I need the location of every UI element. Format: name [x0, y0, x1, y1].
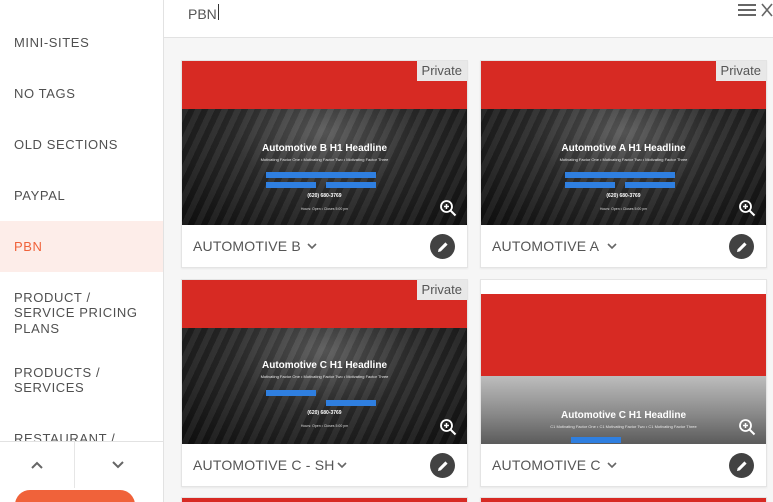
chevron-down-icon[interactable] [337, 461, 347, 469]
thumbnail-hours: Hours: Open • Closes 5:00 pm [300, 424, 349, 428]
search-bar [164, 0, 773, 38]
sidebar-item-label-line: PRODUCTS / [14, 364, 101, 380]
sidebar-item-product-service-pricing-plans[interactable]: PRODUCT / SERVICE PRICING PLANS [0, 272, 163, 354]
thumbnail-button [565, 172, 675, 178]
thumbnail-button [266, 182, 316, 188]
thumbnail-phone: (620) 680-3769 [307, 410, 342, 416]
card-title: AUTOMOTIVE C [492, 457, 601, 473]
thumbnail-headline: Automotive C H1 Headline [261, 360, 388, 371]
pencil-icon [736, 241, 747, 252]
template-card[interactable]: Automotive C H1 Headline C1 Motivating F… [480, 279, 767, 487]
card-title: AUTOMOTIVE B [193, 238, 301, 254]
thumbnail-subline: Motivating Factor One • Motivating Facto… [260, 374, 389, 379]
card-title: AUTOMOTIVE C - SH [193, 457, 335, 473]
card-footer: AUTOMOTIVE C [481, 444, 766, 486]
thumbnail-phone: (620) 680-3769 [307, 193, 342, 199]
zoom-in-icon[interactable] [439, 418, 457, 436]
edit-button[interactable] [430, 453, 455, 478]
thumbnail-button [266, 390, 316, 396]
thumbnail-headline: Automotive B H1 Headline [261, 143, 388, 154]
chevron-down-icon[interactable] [307, 242, 317, 250]
chevron-down-icon[interactable] [607, 242, 617, 250]
chevron-down-icon [111, 461, 124, 469]
hamburger-menu-icon[interactable] [738, 3, 756, 17]
chevron-up-icon [31, 461, 43, 469]
thumbnail-hours: Hours: Open • Closes 5:00 pm [300, 207, 349, 211]
sidebar-item-restaurant[interactable]: RESTAURANT / [0, 406, 163, 446]
card-footer: AUTOMOTIVE B [182, 225, 467, 267]
pencil-icon [736, 460, 747, 471]
template-thumbnail[interactable]: Automotive B H1 Headline Motivating Fact… [182, 61, 467, 225]
template-thumbnail[interactable]: Automotive C H1 Headline Motivating Fact… [182, 280, 467, 444]
zoom-in-icon[interactable] [738, 418, 756, 436]
scroll-down-button[interactable] [80, 442, 155, 488]
thumbnail-banner [182, 498, 467, 502]
close-icon[interactable] [761, 3, 773, 17]
template-thumbnail[interactable]: Automotive A H1 Headline Motivating Fact… [481, 61, 766, 225]
template-card[interactable] [181, 497, 468, 502]
sidebar-item-label-line: SERVICE PRICING [14, 305, 138, 321]
thumbnail-headline: Automotive A H1 Headline [561, 143, 686, 154]
thumbnail-banner [481, 294, 766, 376]
thumbnail-subline: Motivating Factor One • Motivating Facto… [260, 157, 389, 162]
card-footer: AUTOMOTIVE C - SH [182, 444, 467, 486]
zoom-in-icon[interactable] [439, 199, 457, 217]
sidebar-footer [0, 441, 163, 502]
sidebar-item-label: MINI-SITES [14, 34, 90, 50]
thumbnail-phone: (620) 680-3769 [606, 193, 641, 199]
thumbnail-button [571, 437, 621, 443]
thumbnail-button [326, 400, 376, 406]
category-sidebar: MINI-SITES NO TAGS OLD SECTIONS PAYPAL P… [0, 0, 164, 502]
thumbnail-topbar [481, 280, 766, 294]
edit-button[interactable] [729, 234, 754, 259]
primary-action-button[interactable] [15, 490, 135, 502]
edit-button[interactable] [430, 234, 455, 259]
chevron-down-icon[interactable] [607, 461, 617, 469]
thumbnail-banner [481, 498, 766, 502]
private-badge: Private [715, 61, 766, 81]
sidebar-item-mini-sites[interactable]: MINI-SITES [0, 17, 163, 68]
scroll-up-button[interactable] [0, 442, 75, 488]
zoom-in-icon[interactable] [738, 199, 756, 217]
pencil-icon [437, 460, 448, 471]
sidebar-item-products-services[interactable]: PRODUCTS / SERVICES [0, 354, 163, 406]
thumbnail-headline: Automotive C H1 Headline [560, 410, 687, 421]
edit-button[interactable] [729, 453, 754, 478]
sidebar-item-old-sections[interactable]: OLD SECTIONS [0, 119, 163, 170]
sidebar-item-label-line: PRODUCT / [14, 289, 91, 305]
thumbnail-button [266, 172, 376, 178]
category-list: MINI-SITES NO TAGS OLD SECTIONS PAYPAL P… [0, 17, 163, 446]
sidebar-item-label: PAYPAL [14, 187, 66, 203]
thumbnail-subline: C1 Motivating Factor One • C1 Motivating… [550, 424, 697, 429]
thumbnail-hours: Hours: Open • Closes 5:00 pm [599, 207, 648, 211]
thumbnail-button [625, 182, 675, 188]
sidebar-item-label-line: PLANS [14, 320, 60, 336]
thumbnail-subline: Motivating Factor One • Motivating Facto… [559, 157, 688, 162]
template-card[interactable] [480, 497, 767, 502]
thumbnail-button [326, 182, 376, 188]
template-thumbnail[interactable]: Automotive C H1 Headline C1 Motivating F… [481, 280, 766, 444]
template-card[interactable]: Automotive C H1 Headline Motivating Fact… [181, 279, 468, 487]
template-card[interactable]: Automotive A H1 Headline Motivating Fact… [480, 60, 767, 268]
sidebar-item-label: PBN [14, 238, 43, 254]
search-input[interactable] [188, 3, 708, 25]
sidebar-item-label: OLD SECTIONS [14, 136, 118, 152]
private-badge: Private [416, 280, 467, 300]
sidebar-item-label-line: SERVICES [14, 380, 85, 395]
template-card[interactable]: Automotive B H1 Headline Motivating Fact… [181, 60, 468, 268]
main-content: Automotive B H1 Headline Motivating Fact… [164, 0, 773, 502]
text-cursor [217, 4, 219, 20]
sidebar-item-label: NO TAGS [14, 85, 76, 101]
card-title: AUTOMOTIVE A [492, 238, 600, 254]
private-badge: Private [416, 61, 467, 81]
thumbnail-button [565, 182, 615, 188]
sidebar-item-paypal[interactable]: PAYPAL [0, 170, 163, 221]
pencil-icon [437, 241, 448, 252]
sidebar-item-no-tags[interactable]: NO TAGS [0, 68, 163, 119]
card-footer: AUTOMOTIVE A [481, 225, 766, 267]
sidebar-item-pbn[interactable]: PBN [0, 221, 163, 272]
